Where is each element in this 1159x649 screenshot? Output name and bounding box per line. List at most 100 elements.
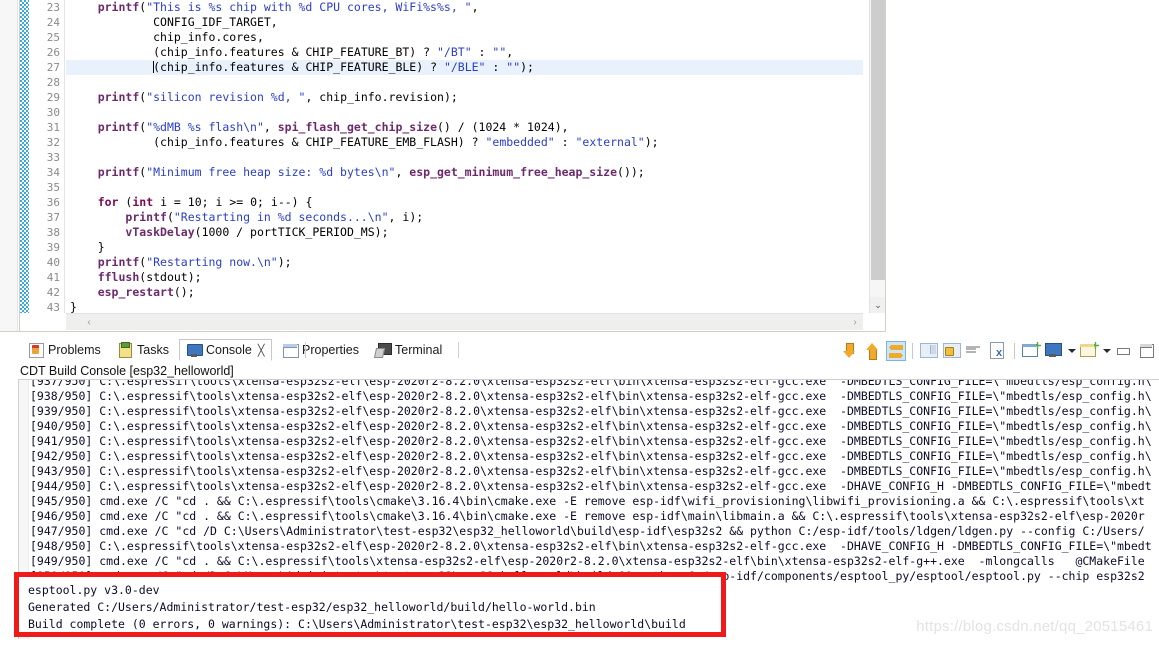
build-result-line: esptool.py v3.0-dev: [28, 582, 728, 599]
open-console-icon[interactable]: [1079, 341, 1099, 361]
editor-line-number: 33: [29, 150, 64, 165]
editor-line-number: 25: [29, 30, 64, 45]
editor-line-number-gutter: 2324252627282930313233343536373839404142…: [29, 0, 65, 313]
console-line: [947/950] cmd.exe /C "cd /D C:\Users\Adm…: [30, 524, 1159, 539]
editor-line-number: 30: [29, 105, 64, 120]
console-output-text: [937/950] C:\.espressif\tools\xtensa-esp…: [30, 379, 1159, 584]
editor-code-line[interactable]: printf("silicon revision %d, ", chip_inf…: [66, 90, 863, 105]
editor-code-line[interactable]: for (int i = 10; i >= 0; i--) {: [66, 195, 863, 210]
scroll-left-arrow-icon[interactable]: ‹: [82, 314, 96, 331]
console-icon: [186, 342, 202, 358]
console-line: [941/950] C:\.espressif\tools\xtensa-esp…: [30, 434, 1159, 449]
display-console-dropdown-icon[interactable]: [1067, 341, 1076, 361]
scroll-to-top-icon[interactable]: [863, 341, 883, 361]
editor-code-line[interactable]: (chip_info.features & CHIP_FEATURE_BLE) …: [66, 60, 863, 75]
editor-code-line[interactable]: CONFIG_IDF_TARGET,: [66, 15, 863, 30]
new-console-view-icon[interactable]: [1021, 341, 1041, 361]
editor-line-number: 32: [29, 135, 64, 150]
properties-icon: [282, 342, 298, 358]
build-result-line: Build complete (0 errors, 0 warnings): C…: [28, 616, 728, 633]
scroll-to-bottom-icon[interactable]: [840, 341, 860, 361]
editor-code-line[interactable]: [66, 105, 863, 120]
console-line: [944/950] C:\.espressif\tools\xtensa-esp…: [30, 479, 1159, 494]
editor-code-line[interactable]: chip_info.cores,: [66, 30, 863, 45]
editor-line-number: 27: [29, 60, 64, 75]
editor-code-line[interactable]: printf("%dMB %s flash\n", spi_flash_get_…: [66, 120, 863, 135]
tab-separator: [305, 342, 306, 358]
editor-change-marker-bar: [20, 0, 29, 313]
console-line: [942/950] C:\.espressif\tools\xtensa-esp…: [30, 449, 1159, 464]
code-editor[interactable]: 2324252627282930313233343536373839404142…: [0, 0, 886, 332]
editor-code-line[interactable]: (chip_info.features & CHIP_FEATURE_BT) ?…: [66, 45, 863, 60]
tab-label: Console: [206, 343, 252, 357]
clear-console-icon[interactable]: [988, 341, 1008, 361]
tab-label: Properties: [302, 343, 359, 357]
scroll-down-arrow-icon[interactable]: ⌄: [870, 297, 886, 313]
console-title-label: CDT Build Console [esp32_helloworld]: [20, 364, 234, 378]
console-line: [940/950] C:\.espressif\tools\xtensa-esp…: [30, 419, 1159, 434]
tab-properties[interactable]: Properties: [276, 339, 365, 361]
editor-code-viewport[interactable]: printf("This is %s chip with %d CPU core…: [66, 0, 863, 313]
editor-code-line[interactable]: esp_restart();: [66, 285, 863, 300]
console-line: [937/950] C:\.espressif\tools\xtensa-esp…: [30, 379, 1159, 389]
editor-code-line[interactable]: printf("Restarting now.\n");: [66, 255, 863, 270]
editor-line-number: 38: [29, 225, 64, 240]
editor-horizontal-scrollbar[interactable]: ‹ ›: [66, 313, 863, 330]
maximize-view-icon[interactable]: [1137, 341, 1157, 361]
lock-console-icon[interactable]: [942, 341, 962, 361]
watermark-label: https://blog.csdn.net/qq_20515461: [916, 618, 1153, 635]
tasks-icon: [117, 342, 133, 358]
editor-code-line[interactable]: fflush(stdout);: [66, 270, 863, 285]
build-result-line: Generated C:/Users/Administrator/test-es…: [28, 599, 728, 616]
editor-code-line[interactable]: }: [66, 240, 863, 255]
editor-code-line[interactable]: }: [66, 300, 863, 313]
editor-code-line[interactable]: [66, 75, 863, 90]
overlay-badge-icon: [1034, 342, 1041, 349]
editor-line-number: 35: [29, 180, 64, 195]
console-line: [939/950] C:\.espressif\tools\xtensa-esp…: [30, 404, 1159, 419]
tab-console[interactable]: Console ╳: [179, 339, 272, 361]
scroll-right-arrow-icon[interactable]: ›: [847, 314, 863, 331]
eclipse-ide-window: 2324252627282930313233343536373839404142…: [0, 0, 1159, 649]
tab-separator: [458, 342, 459, 358]
editor-left-margin: [0, 0, 18, 332]
editor-code-line[interactable]: printf("Minimum free heap size: %d bytes…: [66, 165, 863, 180]
editor-line-number: 39: [29, 240, 64, 255]
editor-line-number: 26: [29, 45, 64, 60]
build-result-highlight-box: esptool.py v3.0-devGenerated C:/Users/Ad…: [14, 572, 726, 637]
tab-tasks[interactable]: Tasks: [111, 339, 175, 361]
editor-code-line[interactable]: (chip_info.features & CHIP_FEATURE_EMB_F…: [66, 135, 863, 150]
editor-vertical-scrollbar-thumb[interactable]: [871, 0, 885, 280]
scroll-lock-icon[interactable]: [886, 341, 906, 361]
problems-icon: [28, 342, 44, 358]
editor-vertical-scrollbar[interactable]: ⌄: [869, 0, 885, 313]
editor-line-number: 37: [29, 210, 64, 225]
separator-2: [1014, 343, 1015, 359]
editor-code-line[interactable]: printf("Restarting in %d seconds...\n", …: [66, 210, 863, 225]
editor-line-number: 31: [29, 120, 64, 135]
editor-inner: 2324252627282930313233343536373839404142…: [19, 0, 885, 331]
editor-code-line[interactable]: vTaskDelay(1000 / portTICK_PERIOD_MS);: [66, 225, 863, 240]
editor-line-number: 43: [29, 300, 64, 315]
editor-line-number: 42: [29, 285, 64, 300]
console-view-toolbar[interactable]: [840, 339, 1159, 363]
close-icon[interactable]: ╳: [258, 344, 265, 357]
minimize-view-icon[interactable]: [1114, 341, 1134, 361]
console-line: [946/950] cmd.exe /C "cd . && C:\.espres…: [30, 509, 1159, 524]
editor-line-number: 34: [29, 165, 64, 180]
editor-code-line[interactable]: printf("This is %s chip with %d CPU core…: [66, 0, 863, 15]
pin-console-icon[interactable]: [919, 341, 939, 361]
console-line: [943/950] C:\.espressif\tools\xtensa-esp…: [30, 464, 1159, 479]
editor-line-number: 29: [29, 90, 64, 105]
word-wrap-icon[interactable]: [965, 341, 985, 361]
terminal-icon: [375, 342, 391, 358]
editor-code-line[interactable]: [66, 150, 863, 165]
tab-problems[interactable]: Problems: [22, 339, 107, 361]
tab-terminal[interactable]: Terminal: [369, 339, 448, 361]
editor-line-number: 36: [29, 195, 64, 210]
tab-label: Terminal: [395, 343, 442, 357]
display-selected-console-icon[interactable]: [1044, 341, 1064, 361]
open-console-dropdown-icon[interactable]: [1102, 341, 1111, 361]
editor-code-line[interactable]: [66, 180, 863, 195]
console-line: [945/950] cmd.exe /C "cd . && C:\.espres…: [30, 494, 1159, 509]
